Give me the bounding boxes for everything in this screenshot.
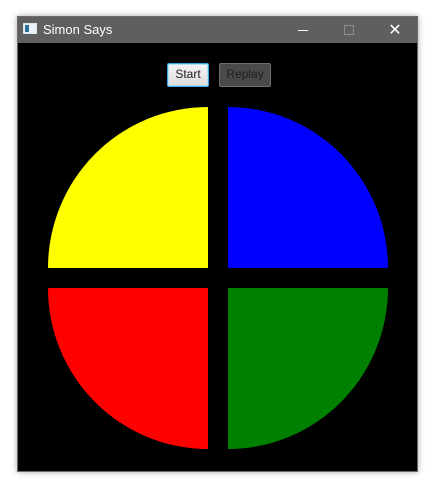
yellow-pad[interactable]	[48, 107, 208, 268]
green-pad[interactable]	[228, 288, 388, 449]
maximize-icon	[344, 25, 354, 35]
minimize-icon	[298, 30, 308, 31]
start-button[interactable]: Start	[167, 63, 209, 87]
close-button[interactable]: ✕	[372, 17, 418, 43]
maximize-button	[326, 17, 372, 43]
window-title: Simon Says	[43, 22, 113, 37]
minimize-button[interactable]	[280, 17, 326, 43]
replay-button: Replay	[219, 63, 271, 87]
blue-pad[interactable]	[228, 107, 388, 268]
title-bar[interactable]: Simon Says ✕	[18, 17, 417, 43]
app-window: Simon Says ✕ Start Replay	[17, 16, 418, 472]
simon-board	[48, 107, 388, 449]
app-icon	[23, 23, 37, 34]
red-pad[interactable]	[48, 288, 208, 449]
close-icon: ✕	[388, 20, 402, 39]
